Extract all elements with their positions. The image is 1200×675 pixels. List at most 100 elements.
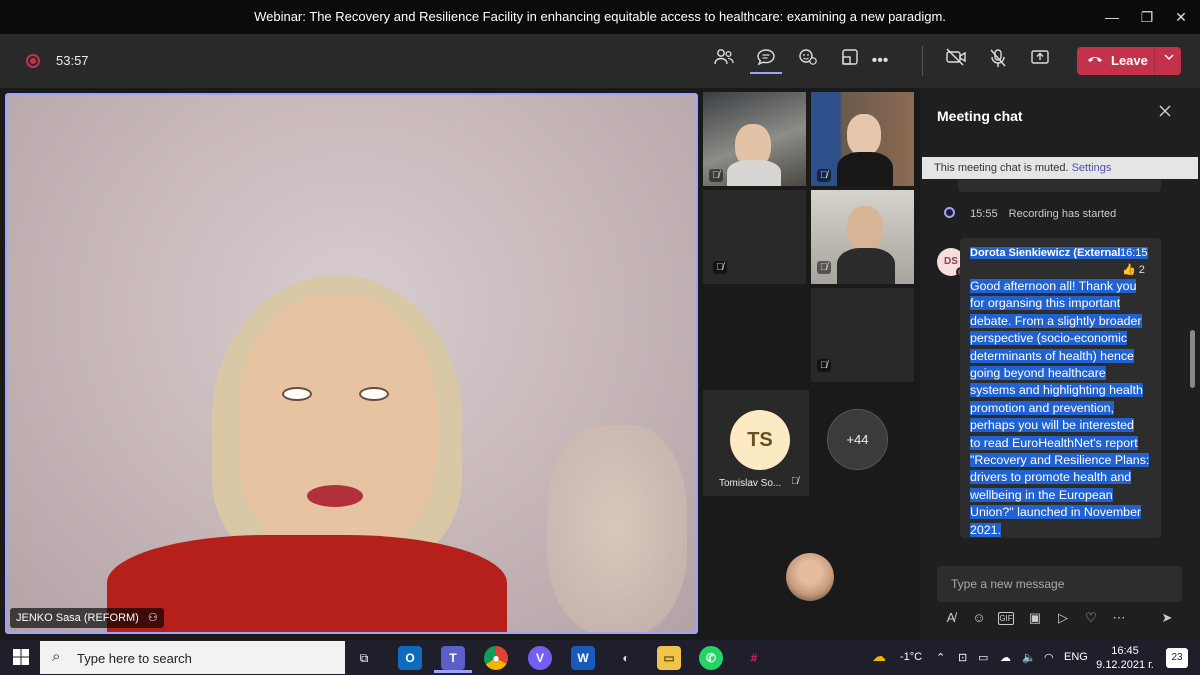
emoji-icon[interactable]: ☺ bbox=[970, 610, 988, 625]
settings-link[interactable]: Settings bbox=[1072, 162, 1112, 174]
meeting-timer: 53:57 bbox=[56, 53, 89, 68]
message-line: promotion and prevention, bbox=[970, 400, 1114, 415]
praise-icon[interactable]: ♡ bbox=[1082, 610, 1100, 626]
more-actions-button[interactable]: ••• bbox=[864, 48, 896, 74]
weather-icon[interactable]: ☁ bbox=[872, 648, 886, 665]
mic-off-icon: 🎙̸ bbox=[817, 261, 831, 274]
reactions-icon[interactable] bbox=[792, 48, 824, 74]
send-icon[interactable]: ➤ bbox=[1158, 610, 1176, 626]
message-line: 2021. bbox=[970, 522, 1002, 537]
mic-off-icon: 🎙̸ bbox=[817, 169, 831, 182]
slack-icon[interactable]: # bbox=[742, 646, 766, 670]
message-line: perspective (socio-economic bbox=[970, 331, 1128, 346]
message-line: drivers to promote health and bbox=[970, 470, 1132, 485]
participant-tile[interactable]: 🎙̸ bbox=[811, 92, 914, 186]
participant-tile[interactable]: 🎙̸ bbox=[703, 190, 806, 284]
message-line: wellbeing in the European bbox=[970, 487, 1113, 502]
more-options-icon[interactable]: ⋯ bbox=[1110, 610, 1128, 626]
windows-start-icon[interactable] bbox=[12, 648, 30, 671]
outlook-icon[interactable]: O bbox=[398, 646, 422, 670]
tray-app-icon[interactable]: ⊡ bbox=[958, 651, 967, 664]
chat-title: Meeting chat bbox=[937, 108, 1023, 124]
file-explorer-icon[interactable]: ▭ bbox=[657, 646, 681, 670]
recording-icon bbox=[944, 207, 955, 218]
participant-tile[interactable]: 🎙̸ bbox=[811, 190, 914, 284]
message-line: debate. From a slightly broader bbox=[970, 313, 1142, 328]
self-view-avatar[interactable] bbox=[786, 553, 834, 601]
task-view-icon[interactable]: ⧉ bbox=[352, 646, 376, 670]
meeting-toolbar bbox=[0, 34, 1200, 88]
mic-off-icon[interactable] bbox=[982, 48, 1014, 74]
gif-icon[interactable]: GIF bbox=[998, 612, 1014, 625]
composer-placeholder: Type a new message bbox=[951, 577, 1065, 591]
chat-scrollbar[interactable] bbox=[1190, 330, 1195, 388]
speaker-face bbox=[237, 295, 437, 555]
rooms-icon[interactable] bbox=[834, 48, 866, 74]
format-icon[interactable]: A̸ bbox=[942, 610, 960, 625]
participant-shirt bbox=[837, 248, 895, 284]
meet-now-icon[interactable]: ▷ bbox=[1054, 610, 1072, 626]
participant-tile[interactable]: 🎙̸ bbox=[703, 92, 806, 186]
network-app-icon[interactable]: ◐ bbox=[614, 646, 638, 670]
like-reaction[interactable]: 👍 2 bbox=[1122, 263, 1145, 276]
close-icon[interactable] bbox=[1158, 104, 1172, 123]
participant-face bbox=[847, 206, 883, 252]
teams-icon[interactable]: T bbox=[441, 646, 465, 670]
recording-text: Recording has started bbox=[1008, 208, 1117, 220]
word-icon[interactable]: W bbox=[571, 646, 595, 670]
more-participants-button[interactable]: +44 bbox=[827, 409, 888, 470]
recording-started-line: 15:55 Recording has started bbox=[944, 207, 1116, 220]
thumbs-up-icon: 👍 bbox=[1122, 264, 1136, 276]
participant-avatar: TS bbox=[730, 410, 790, 470]
maximize-button[interactable]: ❐ bbox=[1132, 5, 1162, 29]
participant-name: Tomislav So... bbox=[719, 478, 782, 489]
hang-up-icon bbox=[1087, 52, 1103, 67]
viber-icon[interactable]: V bbox=[528, 646, 552, 670]
external-participant-icon: ⚇ bbox=[147, 612, 158, 624]
mic-off-icon: 🎙̸ bbox=[713, 261, 727, 274]
main-video-feed[interactable] bbox=[5, 93, 698, 634]
clock-time: 16:45 bbox=[1111, 645, 1139, 657]
message-line: systems and highlighting health bbox=[970, 383, 1143, 398]
leave-divider bbox=[1154, 47, 1155, 75]
wifi-icon[interactable]: ◠ bbox=[1044, 651, 1054, 664]
chevron-down-icon[interactable] bbox=[1163, 51, 1175, 66]
message-line: to read EuroHealthNet's report bbox=[970, 435, 1138, 450]
taskbar-clock[interactable]: 16:45 9.12.2021 г. bbox=[1094, 644, 1156, 672]
clock-date: 9.12.2021 г. bbox=[1096, 659, 1154, 671]
camera-off-icon[interactable] bbox=[940, 48, 972, 74]
participant-tile-tomislav[interactable]: TS Tomislav So... 🎙̸ bbox=[703, 390, 809, 496]
message-composer[interactable]: Type a new message bbox=[937, 566, 1182, 602]
whatsapp-icon[interactable]: ✆ bbox=[699, 646, 723, 670]
leave-button[interactable]: Leave bbox=[1077, 47, 1181, 75]
message-line: Good afternoon all! Thank you bbox=[970, 279, 1137, 293]
show-hidden-icons-icon[interactable]: ⌃ bbox=[936, 651, 945, 664]
chat-icon[interactable] bbox=[750, 48, 782, 74]
main-participant-name: JENKO Sasa (REFORM) ⚇ bbox=[10, 608, 164, 628]
participant-name-label: JENKO Sasa (REFORM) bbox=[16, 612, 139, 624]
reaction-count: 2 bbox=[1138, 264, 1145, 276]
muted-text: This meeting chat is muted. bbox=[934, 162, 1069, 174]
active-app-indicator bbox=[434, 670, 472, 673]
message-time: 16:15 bbox=[1120, 247, 1148, 259]
sticker-icon[interactable]: ▣ bbox=[1026, 610, 1044, 626]
search-icon: ⌕ bbox=[52, 648, 61, 665]
taskbar-search[interactable]: ⌕ Type here to search bbox=[40, 641, 345, 674]
onedrive-icon[interactable]: ☁ bbox=[1000, 651, 1011, 664]
toolbar-divider bbox=[922, 46, 923, 76]
leave-label: Leave bbox=[1111, 53, 1148, 68]
notification-center-badge[interactable]: 23 bbox=[1166, 648, 1188, 668]
minimize-button[interactable]: — bbox=[1097, 5, 1127, 29]
message-body: Good afternoon all! Thank you for organs… bbox=[970, 278, 1150, 539]
message-line: perhaps you will be interested bbox=[970, 418, 1134, 433]
participant-shirt bbox=[837, 152, 893, 186]
language-indicator[interactable]: ENG bbox=[1064, 651, 1088, 663]
volume-icon[interactable]: 🔈 bbox=[1022, 651, 1036, 664]
chrome-icon[interactable]: ● bbox=[484, 646, 508, 670]
temperature: -1°C bbox=[900, 651, 923, 663]
participant-tile[interactable]: 🎙̸ bbox=[811, 288, 914, 382]
participants-icon[interactable] bbox=[708, 48, 740, 74]
share-screen-icon[interactable] bbox=[1024, 48, 1056, 74]
battery-icon[interactable]: ▭ bbox=[978, 651, 988, 664]
close-window-button[interactable]: ✕ bbox=[1166, 5, 1196, 29]
